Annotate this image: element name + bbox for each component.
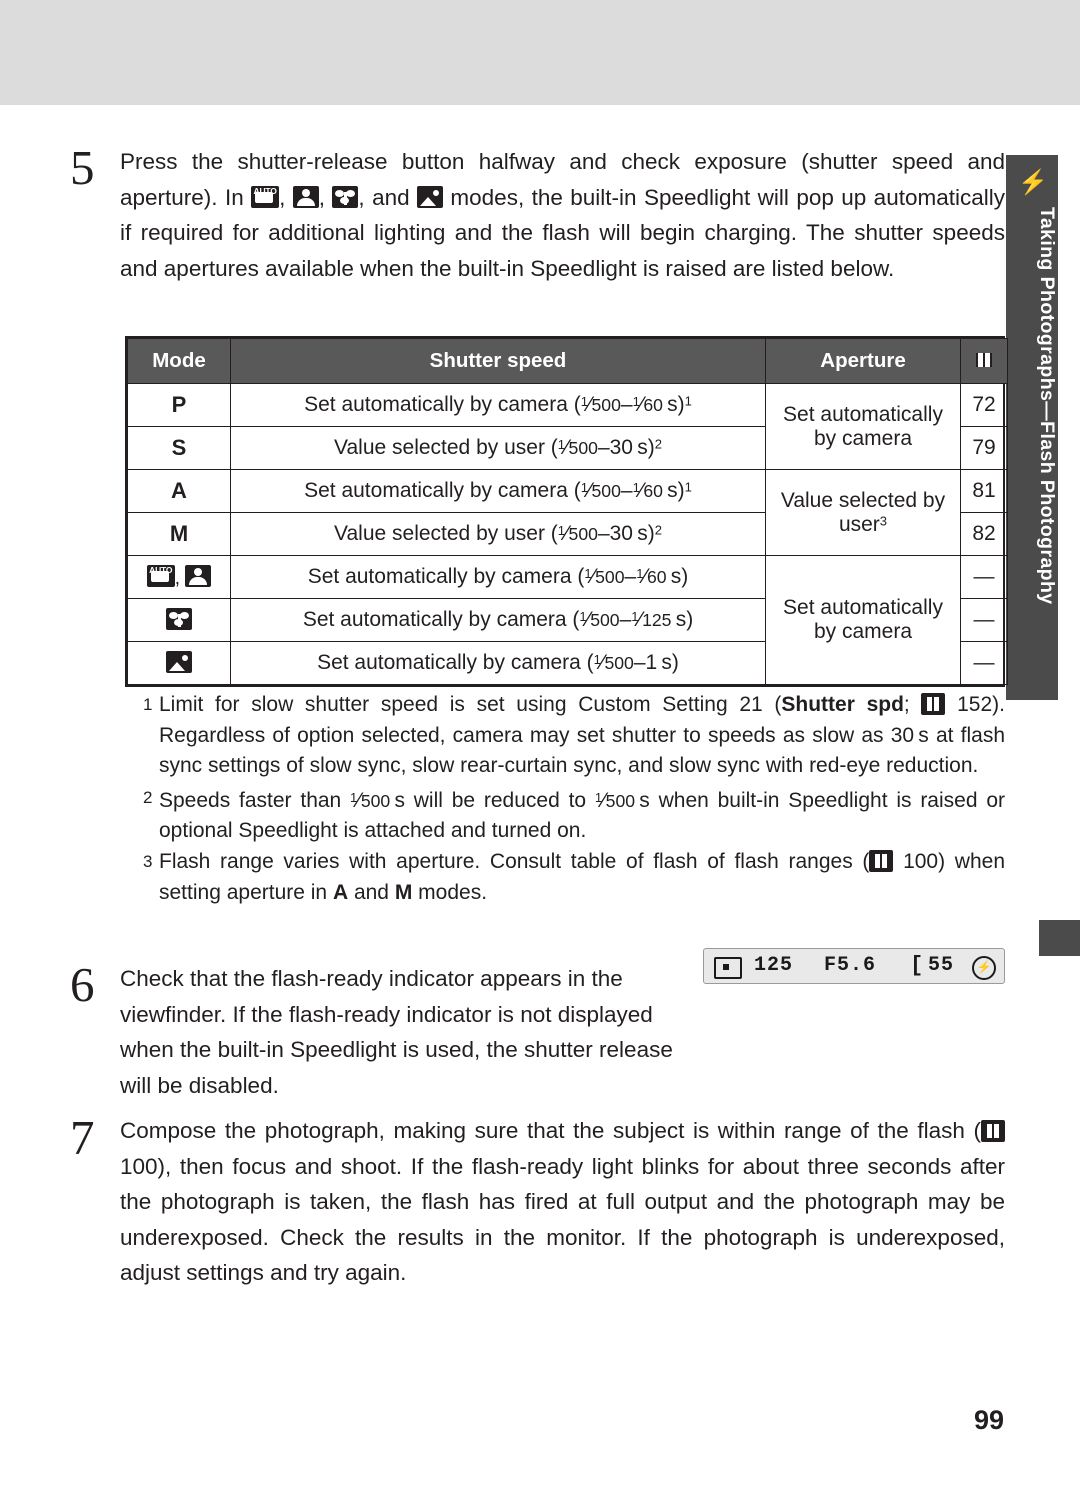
row-page-p: 72	[960, 383, 1008, 427]
table-row: A Set automatically by camera (1⁄500–1⁄6…	[127, 469, 1008, 556]
footnote-1-text: Limit for slow shutter speed is set usin…	[159, 693, 1005, 777]
macro-mode-icon	[332, 185, 359, 208]
aperture-cell-user: Value selected by user3	[765, 469, 961, 556]
viewfinder-bracket: [	[910, 953, 925, 978]
manual-page: ⚡ Taking Photographs—Flash Photography 5…	[0, 0, 1080, 1486]
table-row: AUTO, Set automatically by camera (1⁄500…	[127, 555, 1008, 685]
row-mode-macro	[127, 598, 231, 642]
footnote-1-number: 1	[143, 695, 153, 714]
row-page-macro: —	[960, 598, 1008, 642]
side-page-marker	[1039, 920, 1080, 956]
auto-mode-icon: AUTO	[251, 185, 280, 208]
step-6-text: Check that the flash-ready indicator app…	[120, 966, 673, 1098]
row-mode-a: A	[127, 469, 231, 513]
step-7-text-part-2: 100), then focus and shoot. If the flash…	[120, 1153, 1005, 1286]
row-mode-s: S	[127, 426, 231, 470]
book-icon	[921, 693, 946, 715]
step-5-number: 5	[70, 140, 95, 195]
footnote-2-text: Speeds faster than 1⁄500 s will be reduc…	[159, 788, 1005, 842]
header-mode: Mode	[127, 338, 231, 384]
row-shutter-macro: Set automatically by camera (1⁄500–1⁄125…	[230, 598, 766, 642]
header-page-icon	[960, 338, 1008, 384]
book-icon	[981, 1120, 1005, 1142]
step-6-number: 6	[70, 957, 95, 1012]
step-5-sep-3: , and	[358, 184, 418, 210]
footnote-3-number: 3	[143, 852, 153, 872]
side-tab-label: Taking Photographs—Flash Photography	[1036, 207, 1058, 605]
aperture-cell-auto-2: Set automatically by camera	[765, 555, 961, 685]
footnote-3: 3 Flash range varies with aperture. Cons…	[143, 847, 1005, 908]
step-5-sep-2: ,	[318, 184, 333, 210]
step-5-text: Press the shutter-release button halfway…	[120, 144, 1005, 286]
viewfinder-shutter-speed: 125	[754, 954, 794, 977]
step-7-text-part-1: Compose the photograph, making sure that…	[120, 1118, 981, 1143]
step-5-sep-1: ,	[279, 184, 293, 210]
row-page-m: 82	[960, 512, 1008, 556]
aperture-cell-auto-1: Set automatically by camera	[765, 383, 961, 470]
page-number: 99	[973, 1405, 1004, 1435]
footnote-1: 1 Limit for slow shutter speed is set us…	[143, 690, 1005, 782]
row-shutter-night: Set automatically by camera (1⁄500–1 s)	[230, 641, 766, 685]
focus-box-icon	[714, 957, 742, 979]
step-7-text: Compose the photograph, making sure that…	[120, 1113, 1005, 1291]
viewfinder-frame-count: 55	[928, 954, 955, 977]
viewfinder-display: 125 F5.6 [ 55	[703, 948, 1005, 984]
row-shutter-a: Set automatically by camera (1⁄500–1⁄60 …	[230, 469, 766, 513]
row-page-a: 81	[960, 469, 1008, 513]
portrait-mode-icon	[185, 564, 212, 587]
row-page-auto-portrait: —	[960, 555, 1008, 599]
flash-icon: ⚡	[1018, 169, 1048, 196]
macro-mode-icon	[166, 607, 192, 630]
row-mode-p: P	[127, 383, 231, 427]
section-side-tab: ⚡ Taking Photographs—Flash Photography	[1006, 155, 1058, 700]
portrait-mode-icon	[292, 185, 319, 208]
footnote-2: 2 Speeds faster than 1⁄500 s will be red…	[143, 783, 1005, 847]
row-page-night: —	[960, 641, 1008, 685]
row-page-s: 79	[960, 426, 1008, 470]
header-shutter-speed: Shutter speed	[230, 338, 766, 384]
row-shutter-p: Set automatically by camera (1⁄500–1⁄60 …	[230, 383, 766, 427]
night-portrait-mode-icon	[417, 185, 444, 208]
night-portrait-mode-icon	[166, 650, 192, 673]
footnote-3-text: Flash range varies with aperture. Consul…	[159, 850, 1005, 904]
table-header-row: Mode Shutter speed Aperture	[127, 338, 1008, 384]
row-shutter-auto-portrait: Set automatically by camera (1⁄500–1⁄60 …	[230, 555, 766, 599]
header-aperture: Aperture	[765, 338, 961, 384]
footnote-2-number: 2	[143, 787, 153, 807]
step-7-number: 7	[70, 1110, 95, 1165]
footnotes: 1 Limit for slow shutter speed is set us…	[125, 690, 1005, 908]
row-mode-m: M	[127, 512, 231, 556]
table-row: P Set automatically by camera (1⁄500–1⁄6…	[127, 383, 1008, 470]
row-mode-auto-portrait: AUTO,	[127, 555, 231, 599]
flash-ready-icon	[972, 956, 996, 980]
row-mode-night	[127, 641, 231, 685]
row-shutter-s: Value selected by user (1⁄500–30 s)2	[230, 426, 766, 470]
row-shutter-m: Value selected by user (1⁄500–30 s)2	[230, 512, 766, 556]
exposure-table: Mode Shutter speed Aperture P Set automa…	[125, 336, 1008, 687]
viewfinder-aperture: F5.6	[824, 954, 877, 977]
page-top-band	[0, 0, 1080, 105]
book-icon	[869, 850, 894, 873]
auto-mode-icon: AUTO	[146, 564, 175, 587]
